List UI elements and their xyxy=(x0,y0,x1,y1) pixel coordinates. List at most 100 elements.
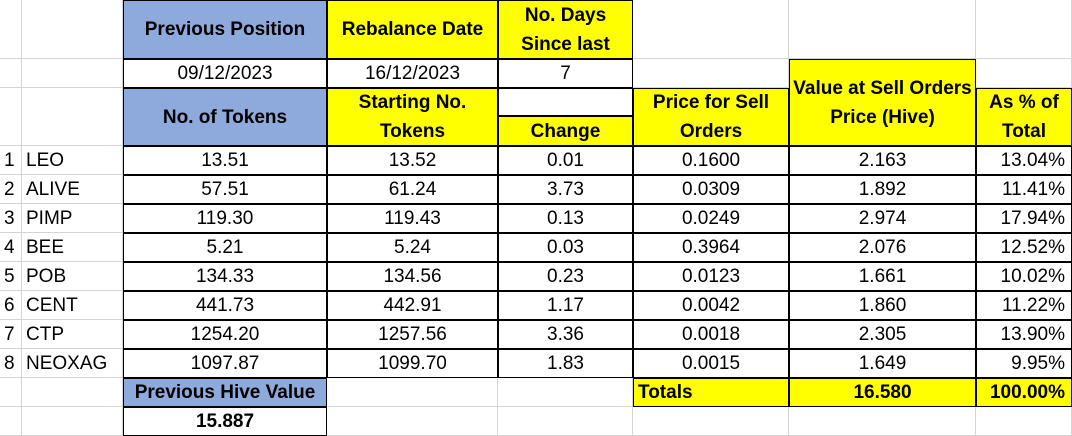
pct-of-total[interactable]: 12.52% xyxy=(976,233,1072,262)
token-name[interactable]: CENT xyxy=(22,291,123,320)
row-index[interactable]: 5 xyxy=(0,262,22,291)
sell-order-price[interactable]: 0.0015 xyxy=(633,349,789,378)
starting-tokens[interactable]: 13.52 xyxy=(327,146,498,175)
sell-order-price[interactable]: 0.1600 xyxy=(633,146,789,175)
sell-order-price[interactable]: 0.0309 xyxy=(633,175,789,204)
token-name[interactable]: CTP xyxy=(22,320,123,349)
header-price-for-sell-orders[interactable]: Price for Sell Orders xyxy=(633,88,789,146)
header-no-of-tokens[interactable]: No. of Tokens xyxy=(123,88,327,146)
header-starting-no-tokens[interactable]: Starting No. Tokens xyxy=(327,88,498,146)
empty-cell[interactable] xyxy=(633,0,789,59)
empty-cell[interactable] xyxy=(22,378,123,407)
empty-cell[interactable] xyxy=(327,378,498,407)
starting-tokens[interactable]: 5.24 xyxy=(327,233,498,262)
totals-value[interactable]: 16.580 xyxy=(789,378,976,407)
value-hive[interactable]: 2.163 xyxy=(789,146,976,175)
starting-tokens[interactable]: 119.43 xyxy=(327,204,498,233)
empty-cell[interactable] xyxy=(976,59,1072,88)
change-value[interactable]: 0.01 xyxy=(498,146,633,175)
empty-cell[interactable] xyxy=(633,407,789,436)
empty-cell[interactable] xyxy=(22,0,123,59)
token-name[interactable]: NEOXAG xyxy=(22,349,123,378)
empty-cell[interactable] xyxy=(789,407,976,436)
change-value[interactable]: 0.13 xyxy=(498,204,633,233)
change-value[interactable]: 3.36 xyxy=(498,320,633,349)
sell-order-price[interactable]: 0.0018 xyxy=(633,320,789,349)
value-hive[interactable]: 1.892 xyxy=(789,175,976,204)
previous-tokens[interactable]: 134.33 xyxy=(123,262,327,291)
sell-order-price[interactable]: 0.0042 xyxy=(633,291,789,320)
rebalance-date[interactable]: 16/12/2023 xyxy=(327,59,498,88)
value-hive[interactable]: 1.860 xyxy=(789,291,976,320)
previous-tokens[interactable]: 441.73 xyxy=(123,291,327,320)
change-value[interactable]: 1.17 xyxy=(498,291,633,320)
empty-cell[interactable] xyxy=(0,378,22,407)
row-index[interactable]: 8 xyxy=(0,349,22,378)
value-hive[interactable]: 2.076 xyxy=(789,233,976,262)
previous-tokens[interactable]: 13.51 xyxy=(123,146,327,175)
pct-of-total[interactable]: 11.41% xyxy=(976,175,1072,204)
empty-cell[interactable] xyxy=(498,407,633,436)
change-value[interactable]: 3.73 xyxy=(498,175,633,204)
empty-cell[interactable] xyxy=(22,59,123,88)
previous-tokens[interactable]: 1097.87 xyxy=(123,349,327,378)
sell-order-price[interactable]: 0.0123 xyxy=(633,262,789,291)
previous-hive-value[interactable]: 15.887 xyxy=(123,407,327,436)
previous-date[interactable]: 09/12/2023 xyxy=(123,59,327,88)
value-hive[interactable]: 2.974 xyxy=(789,204,976,233)
empty-cell[interactable] xyxy=(0,407,22,436)
previous-tokens[interactable]: 1254.20 xyxy=(123,320,327,349)
totals-pct[interactable]: 100.00% xyxy=(976,378,1072,407)
pct-of-total[interactable]: 11.22% xyxy=(976,291,1072,320)
empty-cell[interactable] xyxy=(976,0,1072,59)
row-index[interactable]: 7 xyxy=(0,320,22,349)
empty-cell[interactable] xyxy=(498,378,633,407)
token-name[interactable]: POB xyxy=(22,262,123,291)
pct-of-total[interactable]: 17.94% xyxy=(976,204,1072,233)
row-index[interactable]: 2 xyxy=(0,175,22,204)
header-as-pct-of-total[interactable]: As % of Total xyxy=(976,88,1072,146)
days-since-last[interactable]: 7 xyxy=(498,59,633,88)
value-hive[interactable]: 2.305 xyxy=(789,320,976,349)
header-rebalance-date[interactable]: Rebalance Date xyxy=(327,0,498,59)
token-name[interactable]: ALIVE xyxy=(22,175,123,204)
empty-cell[interactable] xyxy=(327,407,498,436)
change-value[interactable]: 0.03 xyxy=(498,233,633,262)
sell-order-price[interactable]: 0.0249 xyxy=(633,204,789,233)
previous-tokens[interactable]: 119.30 xyxy=(123,204,327,233)
previous-tokens[interactable]: 5.21 xyxy=(123,233,327,262)
row-index[interactable]: 4 xyxy=(0,233,22,262)
starting-tokens[interactable]: 1257.56 xyxy=(327,320,498,349)
token-name[interactable]: LEO xyxy=(22,146,123,175)
empty-cell[interactable] xyxy=(0,88,22,146)
previous-hive-value-label[interactable]: Previous Hive Value xyxy=(123,378,327,407)
value-hive[interactable]: 1.661 xyxy=(789,262,976,291)
token-name[interactable]: PIMP xyxy=(22,204,123,233)
empty-cell[interactable] xyxy=(633,59,789,88)
empty-cell[interactable] xyxy=(0,0,22,59)
header-no-days-since-last[interactable]: No. Days Since last xyxy=(498,0,633,59)
header-previous-position[interactable]: Previous Position xyxy=(123,0,327,59)
empty-cell[interactable] xyxy=(789,0,976,59)
token-name[interactable]: BEE xyxy=(22,233,123,262)
empty-cell[interactable] xyxy=(0,59,22,88)
empty-cell[interactable] xyxy=(22,88,123,146)
empty-cell[interactable] xyxy=(22,407,123,436)
starting-tokens[interactable]: 134.56 xyxy=(327,262,498,291)
empty-cell[interactable] xyxy=(976,407,1072,436)
pct-of-total[interactable]: 9.95% xyxy=(976,349,1072,378)
starting-tokens[interactable]: 1099.70 xyxy=(327,349,498,378)
value-hive[interactable]: 1.649 xyxy=(789,349,976,378)
pct-of-total[interactable]: 13.90% xyxy=(976,320,1072,349)
change-value[interactable]: 0.23 xyxy=(498,262,633,291)
row-index[interactable]: 1 xyxy=(0,146,22,175)
sell-order-price[interactable]: 0.3964 xyxy=(633,233,789,262)
pct-of-total[interactable]: 10.02% xyxy=(976,262,1072,291)
totals-label[interactable]: Totals xyxy=(633,378,789,407)
starting-tokens[interactable]: 442.91 xyxy=(327,291,498,320)
pct-of-total[interactable]: 13.04% xyxy=(976,146,1072,175)
empty-header-box[interactable] xyxy=(498,88,633,116)
change-value[interactable]: 1.83 xyxy=(498,349,633,378)
header-value-at-sell-orders[interactable]: Value at Sell Orders Price (Hive) xyxy=(789,59,976,146)
row-index[interactable]: 6 xyxy=(0,291,22,320)
